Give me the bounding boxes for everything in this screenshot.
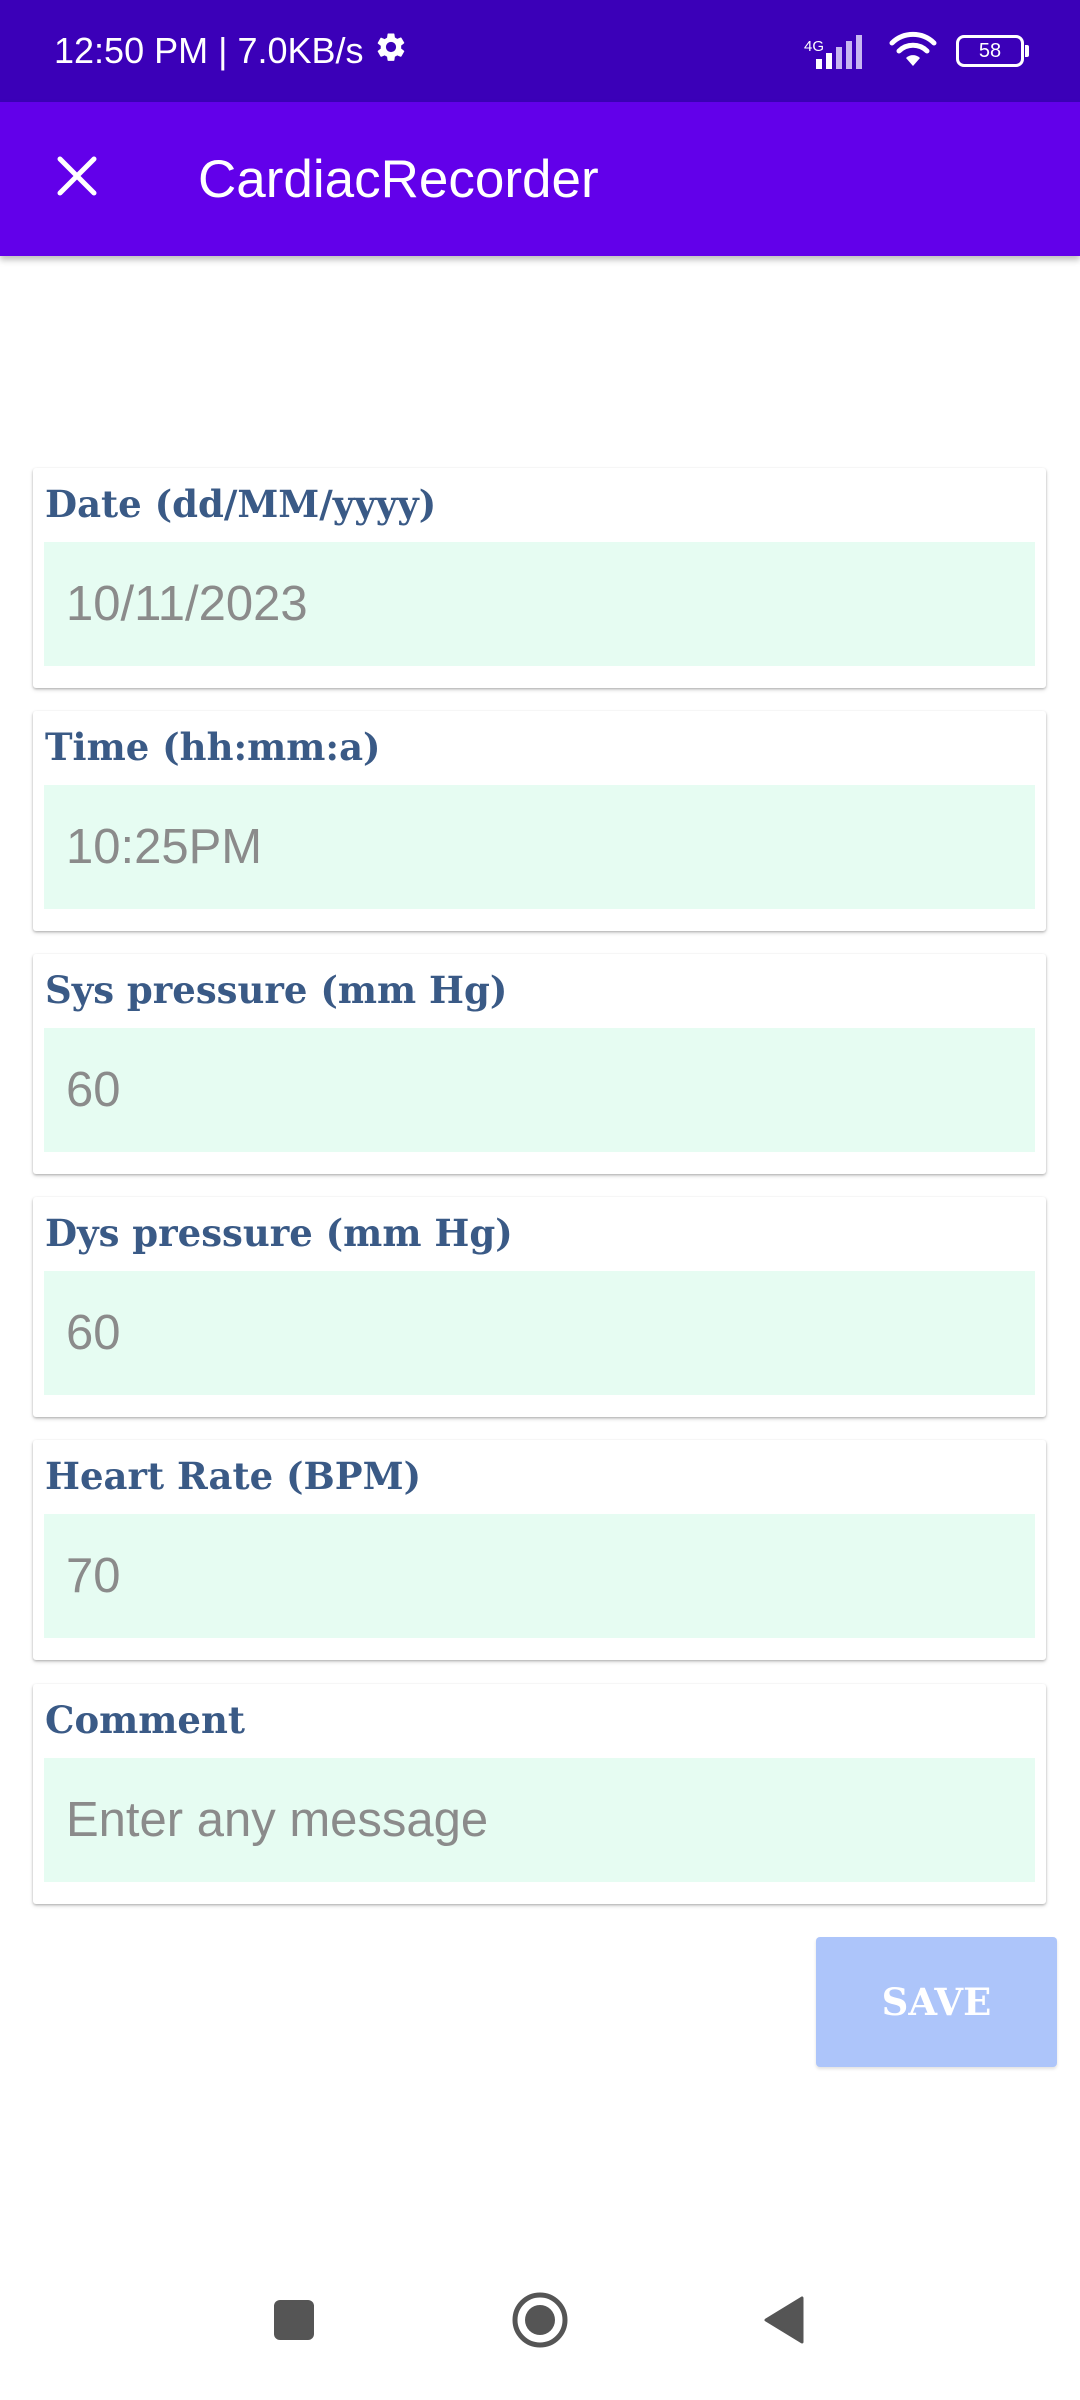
battery-level: 58 xyxy=(978,39,1002,62)
navigation-bar xyxy=(0,2240,1080,2400)
date-card: Date (dd/MM/yyyy) 10/11/2023 xyxy=(33,468,1046,688)
sys-pressure-field[interactable]: 60 xyxy=(44,1028,1035,1152)
status-bar: 12:50 PM | 7.0KB/s 4G 58 xyxy=(0,0,1080,102)
heart-rate-field[interactable]: 70 xyxy=(44,1514,1035,1638)
save-button[interactable]: SAVE xyxy=(816,1937,1057,2067)
time-label: Time (hh:mm:a) xyxy=(45,725,381,769)
sys-pressure-card: Sys pressure (mm Hg) 60 xyxy=(33,954,1046,1174)
time-field[interactable]: 10:25PM xyxy=(44,785,1035,909)
date-field[interactable]: 10/11/2023 xyxy=(44,542,1035,666)
status-time-speed: 12:50 PM | 7.0KB/s xyxy=(54,30,364,71)
comment-label: Comment xyxy=(45,1698,245,1742)
time-card: Time (hh:mm:a) 10:25PM xyxy=(33,711,1046,931)
status-right: 4G 58 xyxy=(790,0,1029,102)
app-bar: CardiacRecorder xyxy=(0,102,1080,256)
date-label: Date (dd/MM/yyyy) xyxy=(45,482,437,526)
dys-pressure-card: Dys pressure (mm Hg) 60 xyxy=(33,1197,1046,1417)
back-triangle-icon[interactable] xyxy=(744,2280,824,2360)
sys-pressure-label: Sys pressure (mm Hg) xyxy=(45,968,508,1012)
close-icon[interactable] xyxy=(46,145,108,207)
status-left: 12:50 PM | 7.0KB/s xyxy=(54,0,408,102)
settings-gear-icon xyxy=(374,30,408,73)
home-circle-icon[interactable] xyxy=(500,2280,580,2360)
dys-pressure-label: Dys pressure (mm Hg) xyxy=(45,1211,513,1255)
network-type: 4G xyxy=(803,38,824,55)
comment-card: Comment Enter any message xyxy=(33,1684,1046,1904)
signal-icon: 4G xyxy=(790,33,870,69)
wifi-icon xyxy=(888,30,938,73)
recents-square-icon[interactable] xyxy=(254,2280,334,2360)
battery-icon: 58 xyxy=(956,35,1029,67)
heart-rate-label: Heart Rate (BPM) xyxy=(45,1454,422,1498)
comment-field[interactable]: Enter any message xyxy=(44,1758,1035,1882)
heart-rate-card: Heart Rate (BPM) 70 xyxy=(33,1440,1046,1660)
app-title: CardiacRecorder xyxy=(198,149,599,209)
dys-pressure-field[interactable]: 60 xyxy=(44,1271,1035,1395)
